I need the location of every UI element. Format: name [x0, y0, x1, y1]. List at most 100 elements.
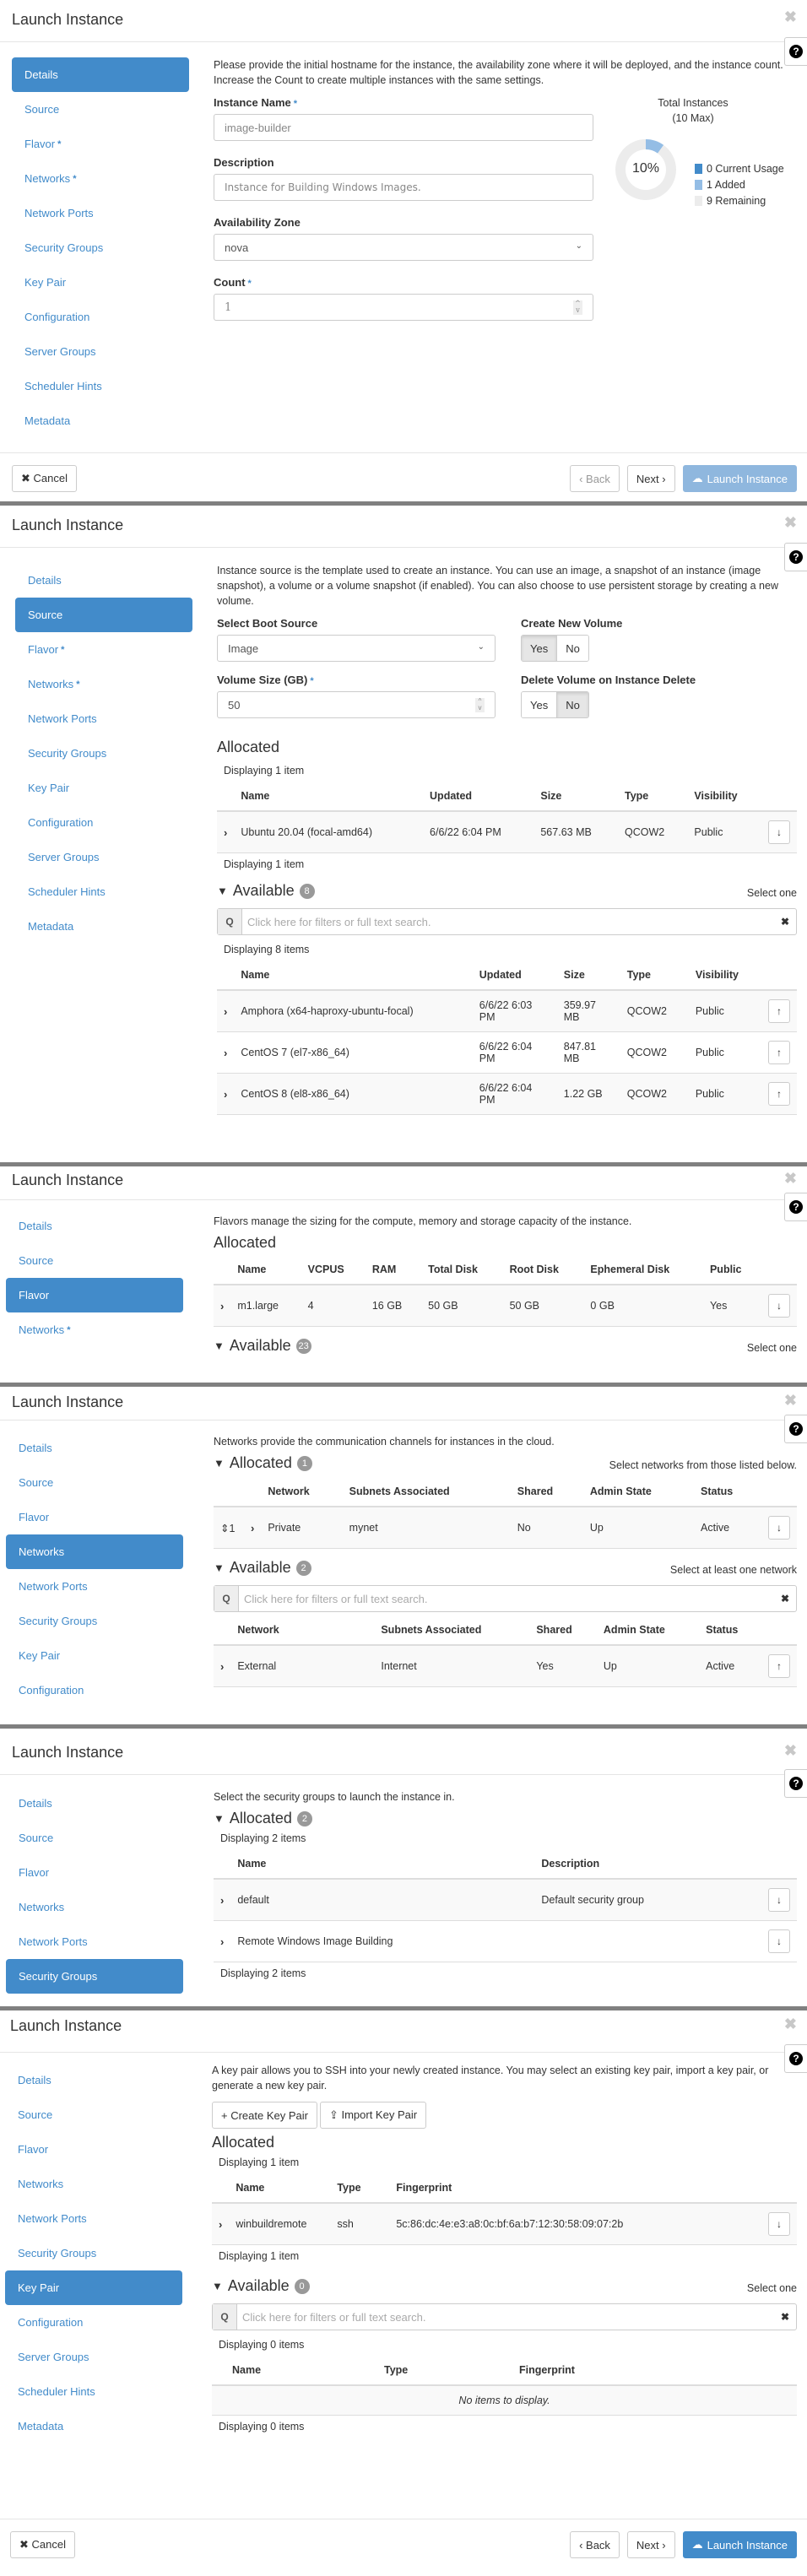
back-button[interactable]: ‹ Back — [570, 2531, 620, 2558]
nav-item-networks[interactable]: Networks * — [6, 1312, 183, 1347]
close-icon[interactable]: ✖ — [784, 1742, 797, 1760]
nav-item-flavor[interactable]: Flavor * — [12, 127, 189, 161]
nav-item-source[interactable]: Source — [5, 2097, 182, 2132]
delete-volume-no[interactable]: No — [556, 692, 588, 717]
nav-item-flavor[interactable]: Flavor — [6, 1500, 183, 1534]
nav-item-networks[interactable]: Networks — [5, 2167, 182, 2201]
nav-item-flavor[interactable]: Flavor — [6, 1278, 183, 1312]
nav-item-flavor[interactable]: Flavor — [6, 1855, 183, 1890]
delete-volume-yes[interactable]: Yes — [522, 692, 557, 717]
next-button[interactable]: Next › — [626, 465, 675, 492]
close-icon[interactable]: ✖ — [784, 1170, 797, 1188]
launch-instance-button[interactable]: ☁ Launch Instance — [682, 2531, 797, 2558]
close-icon[interactable]: ✖ — [784, 1392, 797, 1410]
delete-volume-toggle[interactable]: Yes No — [521, 691, 589, 718]
nav-item-details[interactable]: Details — [12, 57, 189, 92]
nav-item-details[interactable]: Details — [5, 2063, 182, 2097]
nav-item-details[interactable]: Details — [6, 1431, 183, 1465]
instance-name-input[interactable]: image-builder — [214, 114, 593, 141]
nav-item-network-ports[interactable]: Network Ports — [15, 701, 192, 736]
nav-item-details[interactable]: Details — [6, 1209, 183, 1243]
nav-item-key-pair[interactable]: Key Pair — [5, 2270, 182, 2305]
nav-item-server-groups[interactable]: Server Groups — [12, 334, 189, 369]
deallocate-button[interactable]: ↓ — [768, 820, 790, 844]
available-heading[interactable]: ▼ Available 0 Select one — [212, 2277, 797, 2295]
clear-search-icon[interactable]: ✖ — [781, 1593, 789, 1605]
nav-item-source[interactable]: Source — [15, 598, 192, 632]
expand-row-icon[interactable]: › — [220, 1660, 224, 1673]
available-heading[interactable]: ▼ Available 23 Select one — [214, 1337, 797, 1355]
available-heading[interactable]: ▼ Available 8 Select one — [217, 882, 797, 900]
nav-item-server-groups[interactable]: Server Groups — [5, 2340, 182, 2374]
nav-item-server-groups[interactable]: Server Groups — [15, 840, 192, 874]
nav-item-security-groups[interactable]: Security Groups — [5, 2236, 182, 2270]
nav-item-scheduler-hints[interactable]: Scheduler Hints — [15, 874, 192, 909]
cancel-button[interactable]: ✖ Cancel — [12, 465, 77, 492]
nav-item-source[interactable]: Source — [6, 1465, 183, 1500]
nav-item-security-groups[interactable]: Security Groups — [6, 1604, 183, 1638]
expand-row-icon[interactable]: › — [220, 1935, 224, 1948]
close-icon[interactable]: ✖ — [784, 8, 797, 26]
nav-item-security-groups[interactable]: Security Groups — [15, 736, 192, 771]
expand-row-icon[interactable]: › — [224, 1047, 227, 1059]
create-volume-toggle[interactable]: Yes No — [521, 635, 589, 662]
nav-item-flavor[interactable]: Flavor * — [15, 632, 192, 667]
nav-item-source[interactable]: Source — [6, 1821, 183, 1855]
count-stepper[interactable]: 1 ^ v — [214, 294, 593, 321]
launch-instance-button[interactable]: ☁ Launch Instance — [682, 465, 797, 492]
allocate-button[interactable]: ↑ — [768, 1082, 790, 1106]
expand-row-icon[interactable]: › — [224, 826, 227, 839]
available-heading[interactable]: ▼ Available 2 Select at least one network — [214, 1559, 797, 1577]
spinner-icon[interactable]: ^ v — [573, 300, 582, 315]
import-key-pair-button[interactable]: ⇪ Import Key Pair — [319, 2102, 427, 2129]
deallocate-button[interactable]: ↓ — [768, 1516, 790, 1540]
spinner-icon[interactable]: ^ v — [475, 698, 485, 712]
create-volume-yes[interactable]: Yes — [522, 636, 557, 661]
nav-item-metadata[interactable]: Metadata — [12, 403, 189, 438]
nav-item-security-groups[interactable]: Security Groups — [12, 230, 189, 265]
create-volume-no[interactable]: No — [556, 636, 588, 661]
nav-item-source[interactable]: Source — [12, 92, 189, 127]
description-input[interactable]: Instance for Building Windows Images. — [214, 174, 593, 201]
expand-row-icon[interactable]: › — [220, 1300, 224, 1312]
nav-item-details[interactable]: Details — [6, 1786, 183, 1821]
nav-item-network-ports[interactable]: Network Ports — [5, 2201, 182, 2236]
nav-item-configuration[interactable]: Configuration — [12, 300, 189, 334]
nav-item-scheduler-hints[interactable]: Scheduler Hints — [12, 369, 189, 403]
search-input[interactable]: Q Click here for filters or full text se… — [214, 1585, 797, 1612]
search-input[interactable]: Q Click here for filters or full text se… — [217, 908, 797, 935]
deallocate-button[interactable]: ↓ — [768, 1294, 790, 1318]
back-button[interactable]: ‹ Back — [570, 465, 620, 492]
nav-item-network-ports[interactable]: Network Ports — [12, 196, 189, 230]
deallocate-button[interactable]: ↓ — [768, 1929, 790, 1953]
nav-item-networks[interactable]: Networks — [6, 1890, 183, 1924]
create-key-pair-button[interactable]: + Create Key Pair — [212, 2102, 317, 2129]
nav-item-security-groups[interactable]: Security Groups — [6, 1959, 183, 1994]
boot-source-select[interactable]: Image ⌄ — [217, 635, 496, 662]
clear-search-icon[interactable]: ✖ — [781, 2311, 789, 2323]
nav-item-network-ports[interactable]: Network Ports — [6, 1924, 183, 1959]
expand-row-icon[interactable]: › — [251, 1522, 254, 1534]
nav-item-configuration[interactable]: Configuration — [15, 805, 192, 840]
nav-item-metadata[interactable]: Metadata — [15, 909, 192, 944]
nav-item-networks[interactable]: Networks * — [12, 161, 189, 196]
nav-item-scheduler-hints[interactable]: Scheduler Hints — [5, 2374, 182, 2409]
search-input[interactable]: Q Click here for filters or full text se… — [212, 2303, 797, 2330]
nav-item-configuration[interactable]: Configuration — [5, 2305, 182, 2340]
nav-item-key-pair[interactable]: Key Pair — [12, 265, 189, 300]
nav-item-details[interactable]: Details — [15, 563, 192, 598]
allocated-heading[interactable]: ▼ Allocated 1 Select networks from those l… — [214, 1454, 797, 1472]
allocate-button[interactable]: ↑ — [768, 1654, 790, 1678]
nav-item-flavor[interactable]: Flavor — [5, 2132, 182, 2167]
volume-size-stepper[interactable]: 50 ^ v — [217, 691, 496, 718]
nav-item-metadata[interactable]: Metadata — [5, 2409, 182, 2443]
nav-item-key-pair[interactable]: Key Pair — [6, 1638, 183, 1673]
expand-row-icon[interactable]: › — [224, 1088, 227, 1101]
nav-item-configuration[interactable]: Configuration — [6, 1673, 183, 1707]
nav-item-networks[interactable]: Networks — [6, 1534, 183, 1569]
nav-item-network-ports[interactable]: Network Ports — [6, 1569, 183, 1604]
next-button[interactable]: Next › — [626, 2531, 675, 2558]
allocate-button[interactable]: ↑ — [768, 1041, 790, 1064]
close-icon[interactable]: ✖ — [784, 514, 797, 532]
allocated-heading[interactable]: ▼ Allocated 2 — [214, 1810, 797, 1827]
